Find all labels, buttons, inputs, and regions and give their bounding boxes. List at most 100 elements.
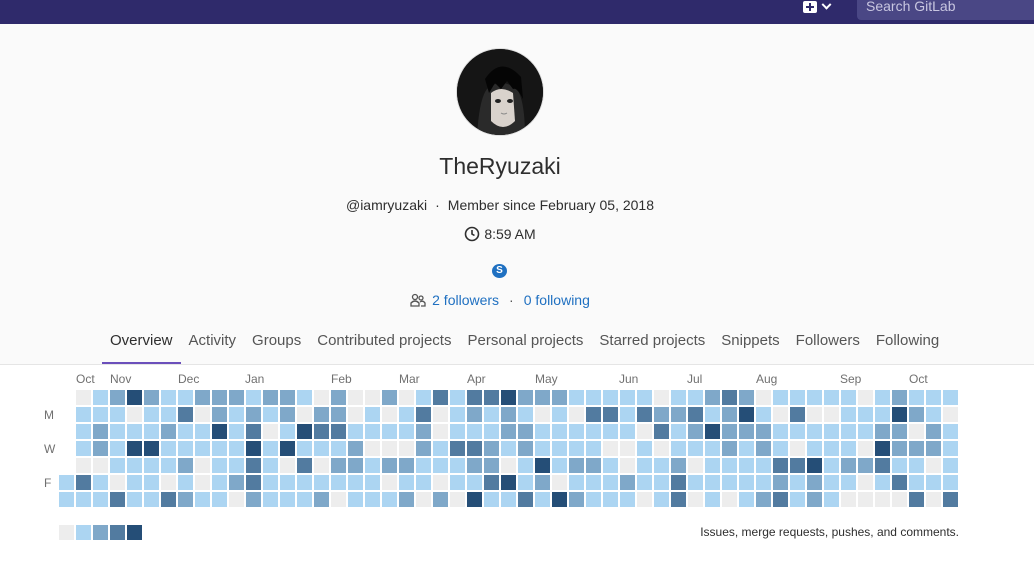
calendar-day[interactable] xyxy=(433,475,448,490)
calendar-day[interactable] xyxy=(620,492,635,507)
calendar-day[interactable] xyxy=(314,424,329,439)
calendar-day[interactable] xyxy=(722,458,737,473)
calendar-day[interactable] xyxy=(535,458,550,473)
calendar-day[interactable] xyxy=(161,407,176,422)
calendar-day[interactable] xyxy=(807,390,822,405)
skype-icon[interactable]: S xyxy=(492,264,507,278)
calendar-day[interactable] xyxy=(569,390,584,405)
tab-starred-projects[interactable]: Starred projects xyxy=(591,322,713,364)
calendar-day[interactable] xyxy=(382,475,397,490)
calendar-day[interactable] xyxy=(93,475,108,490)
calendar-day[interactable] xyxy=(399,458,414,473)
calendar-day[interactable] xyxy=(756,424,771,439)
calendar-day[interactable] xyxy=(773,475,788,490)
calendar-day[interactable] xyxy=(263,458,278,473)
calendar-day[interactable] xyxy=(535,492,550,507)
calendar-day[interactable] xyxy=(314,407,329,422)
calendar-day[interactable] xyxy=(76,458,91,473)
calendar-day[interactable] xyxy=(501,407,516,422)
calendar-day[interactable] xyxy=(739,390,754,405)
calendar-day[interactable] xyxy=(331,424,346,439)
calendar-day[interactable] xyxy=(637,441,652,456)
tab-contributed-projects[interactable]: Contributed projects xyxy=(309,322,459,364)
followers-link[interactable]: 2 followers xyxy=(432,292,499,308)
calendar-day[interactable] xyxy=(909,458,924,473)
calendar-day[interactable] xyxy=(603,475,618,490)
calendar-day[interactable] xyxy=(161,458,176,473)
calendar-day[interactable] xyxy=(569,441,584,456)
calendar-day[interactable] xyxy=(382,492,397,507)
calendar-day[interactable] xyxy=(807,407,822,422)
calendar-day[interactable] xyxy=(654,441,669,456)
calendar-day[interactable] xyxy=(484,458,499,473)
calendar-day[interactable] xyxy=(297,390,312,405)
calendar-day[interactable] xyxy=(552,407,567,422)
calendar-day[interactable] xyxy=(229,441,244,456)
calendar-day[interactable] xyxy=(144,492,159,507)
calendar-day[interactable] xyxy=(399,475,414,490)
calendar-day[interactable] xyxy=(127,390,142,405)
calendar-day[interactable] xyxy=(858,390,873,405)
calendar-day[interactable] xyxy=(926,458,941,473)
calendar-day[interactable] xyxy=(739,492,754,507)
calendar-day[interactable] xyxy=(518,407,533,422)
tab-followers[interactable]: Followers xyxy=(788,322,868,364)
calendar-day[interactable] xyxy=(824,407,839,422)
calendar-day[interactable] xyxy=(943,475,958,490)
calendar-day[interactable] xyxy=(875,475,890,490)
calendar-day[interactable] xyxy=(93,441,108,456)
calendar-day[interactable] xyxy=(824,424,839,439)
calendar-day[interactable] xyxy=(178,441,193,456)
calendar-day[interactable] xyxy=(110,424,125,439)
calendar-day[interactable] xyxy=(603,424,618,439)
calendar-day[interactable] xyxy=(790,492,805,507)
calendar-day[interactable] xyxy=(688,424,703,439)
calendar-day[interactable] xyxy=(790,458,805,473)
calendar-day[interactable] xyxy=(280,475,295,490)
calendar-day[interactable] xyxy=(280,424,295,439)
calendar-day[interactable] xyxy=(535,407,550,422)
calendar-day[interactable] xyxy=(926,475,941,490)
calendar-day[interactable] xyxy=(263,475,278,490)
calendar-day[interactable] xyxy=(535,475,550,490)
calendar-day[interactable] xyxy=(722,492,737,507)
calendar-day[interactable] xyxy=(76,492,91,507)
calendar-day[interactable] xyxy=(178,424,193,439)
calendar-day[interactable] xyxy=(875,492,890,507)
calendar-day[interactable] xyxy=(467,458,482,473)
calendar-day[interactable] xyxy=(739,441,754,456)
calendar-day[interactable] xyxy=(178,492,193,507)
calendar-day[interactable] xyxy=(450,458,465,473)
calendar-day[interactable] xyxy=(433,492,448,507)
calendar-day[interactable] xyxy=(841,475,856,490)
tab-activity[interactable]: Activity xyxy=(181,322,245,364)
calendar-day[interactable] xyxy=(841,390,856,405)
calendar-day[interactable] xyxy=(654,492,669,507)
calendar-day[interactable] xyxy=(892,458,907,473)
calendar-day[interactable] xyxy=(93,390,108,405)
search-input[interactable] xyxy=(866,0,1034,12)
calendar-day[interactable] xyxy=(416,407,431,422)
calendar-day[interactable] xyxy=(841,441,856,456)
calendar-day[interactable] xyxy=(535,424,550,439)
calendar-day[interactable] xyxy=(195,441,210,456)
calendar-day[interactable] xyxy=(688,475,703,490)
calendar-day[interactable] xyxy=(807,475,822,490)
calendar-day[interactable] xyxy=(348,390,363,405)
calendar-day[interactable] xyxy=(569,492,584,507)
calendar-day[interactable] xyxy=(841,407,856,422)
calendar-day[interactable] xyxy=(246,441,261,456)
calendar-day[interactable] xyxy=(739,475,754,490)
calendar-day[interactable] xyxy=(144,407,159,422)
calendar-day[interactable] xyxy=(399,492,414,507)
calendar-day[interactable] xyxy=(501,475,516,490)
calendar-day[interactable] xyxy=(416,441,431,456)
calendar-day[interactable] xyxy=(450,390,465,405)
calendar-day[interactable] xyxy=(654,424,669,439)
calendar-day[interactable] xyxy=(195,458,210,473)
calendar-day[interactable] xyxy=(518,475,533,490)
calendar-day[interactable] xyxy=(93,492,108,507)
calendar-day[interactable] xyxy=(467,390,482,405)
calendar-day[interactable] xyxy=(161,492,176,507)
calendar-day[interactable] xyxy=(263,424,278,439)
